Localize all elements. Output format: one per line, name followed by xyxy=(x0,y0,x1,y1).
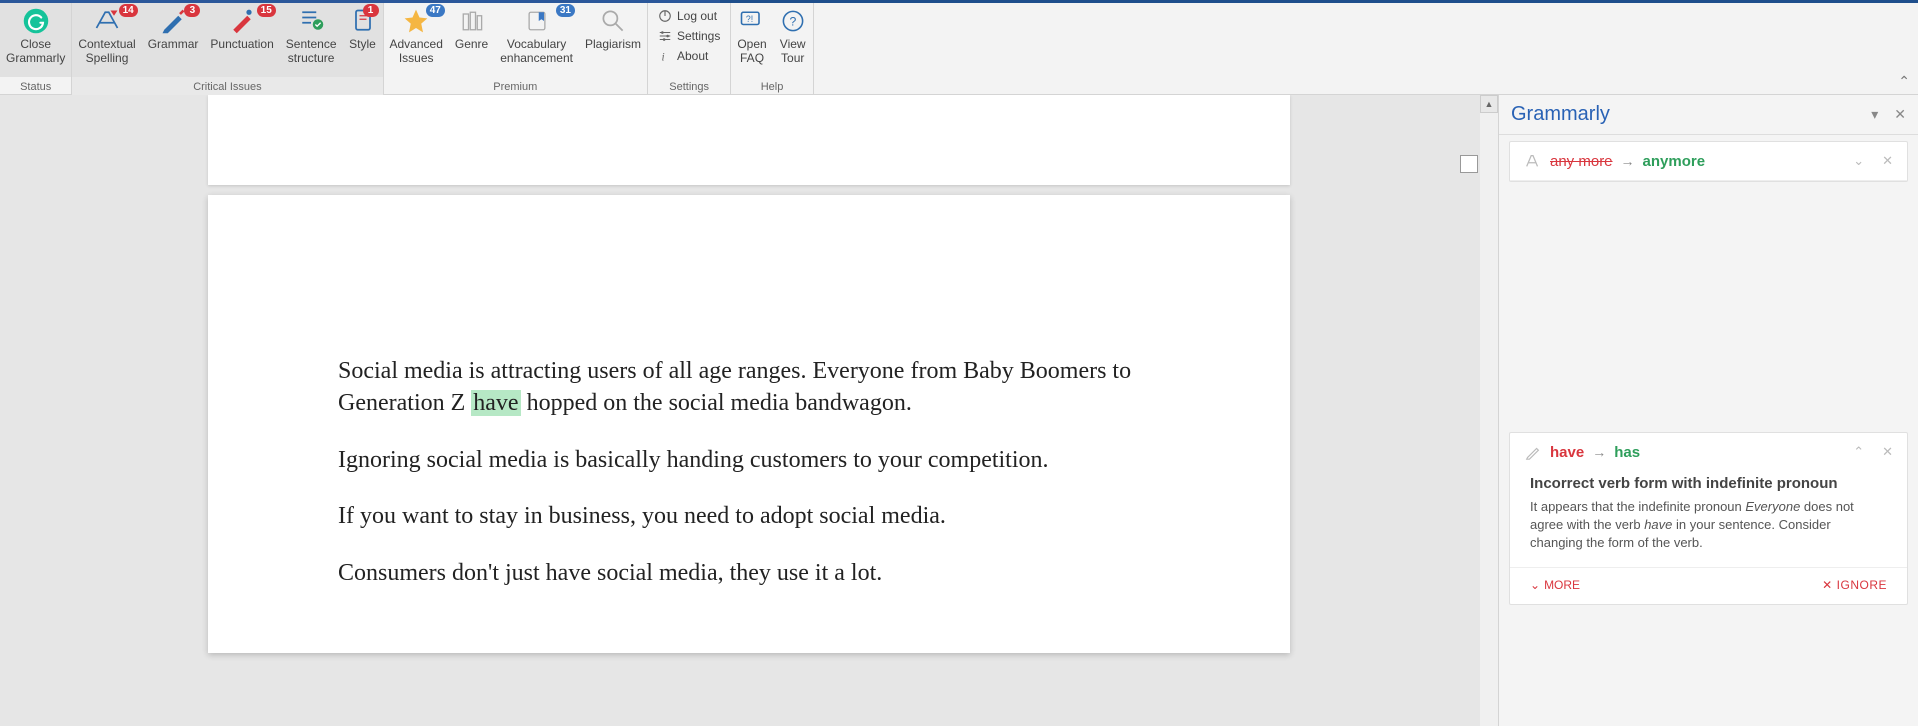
dismiss-card-icon[interactable]: ✕ xyxy=(1882,444,1893,460)
close-grammarly-label: Close Grammarly xyxy=(6,37,65,65)
magnifier-icon xyxy=(599,7,627,35)
open-faq-button[interactable]: ?! Open FAQ xyxy=(731,3,772,77)
grammar-label: Grammar xyxy=(148,37,199,51)
suggestion-card-have[interactable]: have → has ⌃ ✕ Incorrect verb form with … xyxy=(1509,432,1908,605)
contextual-badge: 14 xyxy=(119,4,138,17)
contextual-spelling-button[interactable]: 14 Contextual Spelling xyxy=(72,3,141,77)
group-critical-issues: 14 Contextual Spelling 3 Grammar 15 Punc… xyxy=(72,3,383,95)
more-button[interactable]: ⌄MORE xyxy=(1530,578,1580,592)
punctuation-badge: 15 xyxy=(257,4,276,17)
correction-text: anymore xyxy=(1643,153,1706,170)
issue-title: Incorrect verb form with indefinite pron… xyxy=(1530,475,1887,492)
punctuation-button[interactable]: 15 Punctuation xyxy=(204,3,279,77)
panel-dropdown-icon[interactable]: ▾ xyxy=(1871,106,1878,123)
suggestion-card-anymore[interactable]: any more → anymore ⌄ ✕ xyxy=(1509,141,1908,182)
group-settings: Log out Settings i About Settings xyxy=(648,3,731,95)
paragraph-1: Social media is attracting users of all … xyxy=(338,355,1160,420)
scroll-up-button[interactable]: ▲ xyxy=(1480,95,1498,113)
ribbon: Close Grammarly Status 14 Contextual Spe… xyxy=(0,3,1918,95)
grammar-button[interactable]: 3 Grammar xyxy=(142,3,205,77)
vertical-scrollbar[interactable]: ▲ xyxy=(1480,95,1498,726)
bookmark-book-icon xyxy=(523,7,551,35)
plagiarism-label: Plagiarism xyxy=(585,37,641,51)
dismiss-card-icon[interactable]: ✕ xyxy=(1882,153,1893,169)
ignore-button[interactable]: ✕IGNORE xyxy=(1822,578,1887,592)
arrow-icon: → xyxy=(1592,444,1606,460)
group-premium: 47 Advanced Issues Genre 31 Vocabulary e… xyxy=(384,3,648,95)
expand-card-icon[interactable]: ⌄ xyxy=(1853,153,1864,169)
help-circle-icon: ? xyxy=(779,7,807,35)
previous-page-fragment xyxy=(208,95,1290,185)
contextual-spelling-label: Contextual Spelling xyxy=(78,37,135,65)
collapse-ribbon-icon[interactable]: ⌃ xyxy=(1898,73,1910,90)
about-link[interactable]: i About xyxy=(658,49,720,63)
plagiarism-button[interactable]: Plagiarism xyxy=(579,3,647,77)
genre-label: Genre xyxy=(455,37,488,51)
group-status-label: Status xyxy=(0,80,71,95)
books-icon xyxy=(458,7,486,35)
grammar-badge: 3 xyxy=(184,4,200,17)
power-icon xyxy=(658,9,672,23)
arrow-icon: → xyxy=(1621,153,1635,169)
group-premium-label: Premium xyxy=(384,80,647,95)
margin-checkbox[interactable] xyxy=(1460,155,1478,173)
document-pane: Social media is attracting users of all … xyxy=(0,95,1498,726)
genre-button[interactable]: Genre xyxy=(449,3,494,77)
settings-link[interactable]: Settings xyxy=(658,29,720,43)
paragraph-check-icon xyxy=(297,7,325,35)
original-text: any more xyxy=(1550,153,1613,170)
highlighted-word-have[interactable]: have xyxy=(471,390,520,416)
paragraph-4: Consumers don't just have social media, … xyxy=(338,557,1160,589)
logout-link[interactable]: Log out xyxy=(658,9,720,23)
svg-text:i: i xyxy=(661,51,664,63)
original-text: have xyxy=(1550,444,1584,461)
group-critical-label: Critical Issues xyxy=(72,80,382,95)
group-settings-label: Settings xyxy=(648,80,730,95)
sentence-structure-button[interactable]: Sentence structure xyxy=(280,3,343,77)
document-page[interactable]: Social media is attracting users of all … xyxy=(208,195,1290,653)
view-tour-label: View Tour xyxy=(780,37,806,65)
grammar-pen-icon xyxy=(1524,443,1542,461)
contextual-spelling-icon xyxy=(93,7,121,35)
advanced-issues-button[interactable]: 47 Advanced Issues xyxy=(384,3,449,77)
view-tour-button[interactable]: ? View Tour xyxy=(773,3,813,77)
collapse-card-icon[interactable]: ⌃ xyxy=(1853,444,1864,460)
grammarly-panel: Grammarly ▾ ✕ any more → anymore ⌄ ✕ xyxy=(1498,95,1918,726)
about-label: About xyxy=(677,49,708,63)
advanced-issues-label: Advanced Issues xyxy=(390,37,443,65)
panel-title: Grammarly xyxy=(1511,103,1855,126)
open-faq-label: Open FAQ xyxy=(737,37,766,65)
vocabulary-label: Vocabulary enhancement xyxy=(500,37,573,65)
close-grammarly-button[interactable]: Close Grammarly xyxy=(0,3,71,77)
sliders-icon xyxy=(658,29,672,43)
grammarly-logo-icon xyxy=(22,7,50,35)
group-help: ?! Open FAQ ? View Tour Help xyxy=(731,3,813,95)
logout-label: Log out xyxy=(677,9,717,23)
style-button[interactable]: 1 Style xyxy=(343,3,383,77)
svg-text:?: ? xyxy=(789,14,796,28)
sentence-structure-label: Sentence structure xyxy=(286,37,337,65)
settings-label: Settings xyxy=(677,29,720,43)
pen-icon xyxy=(159,7,187,35)
vocabulary-button[interactable]: 31 Vocabulary enhancement xyxy=(494,3,579,77)
chat-question-icon: ?! xyxy=(738,7,766,35)
advanced-badge: 47 xyxy=(426,4,445,17)
paragraph-2: Ignoring social media is basically handi… xyxy=(338,444,1160,476)
issue-description: It appears that the indefinite pronoun E… xyxy=(1530,498,1887,553)
group-status: Close Grammarly Status xyxy=(0,3,72,95)
info-icon: i xyxy=(658,49,672,63)
x-icon: ✕ xyxy=(1822,578,1833,592)
svg-text:?!: ?! xyxy=(746,14,753,24)
correction-text: has xyxy=(1614,444,1640,461)
spelling-icon xyxy=(1524,152,1542,170)
group-help-label: Help xyxy=(731,80,812,95)
chevron-down-icon: ⌄ xyxy=(1530,578,1540,592)
paragraph-3: If you want to stay in business, you nee… xyxy=(338,500,1160,532)
style-label: Style xyxy=(349,37,376,51)
punctuation-label: Punctuation xyxy=(210,37,273,51)
style-badge: 1 xyxy=(363,4,379,17)
vocab-badge: 31 xyxy=(556,4,575,17)
panel-close-icon[interactable]: ✕ xyxy=(1894,106,1906,123)
comma-icon xyxy=(228,7,256,35)
